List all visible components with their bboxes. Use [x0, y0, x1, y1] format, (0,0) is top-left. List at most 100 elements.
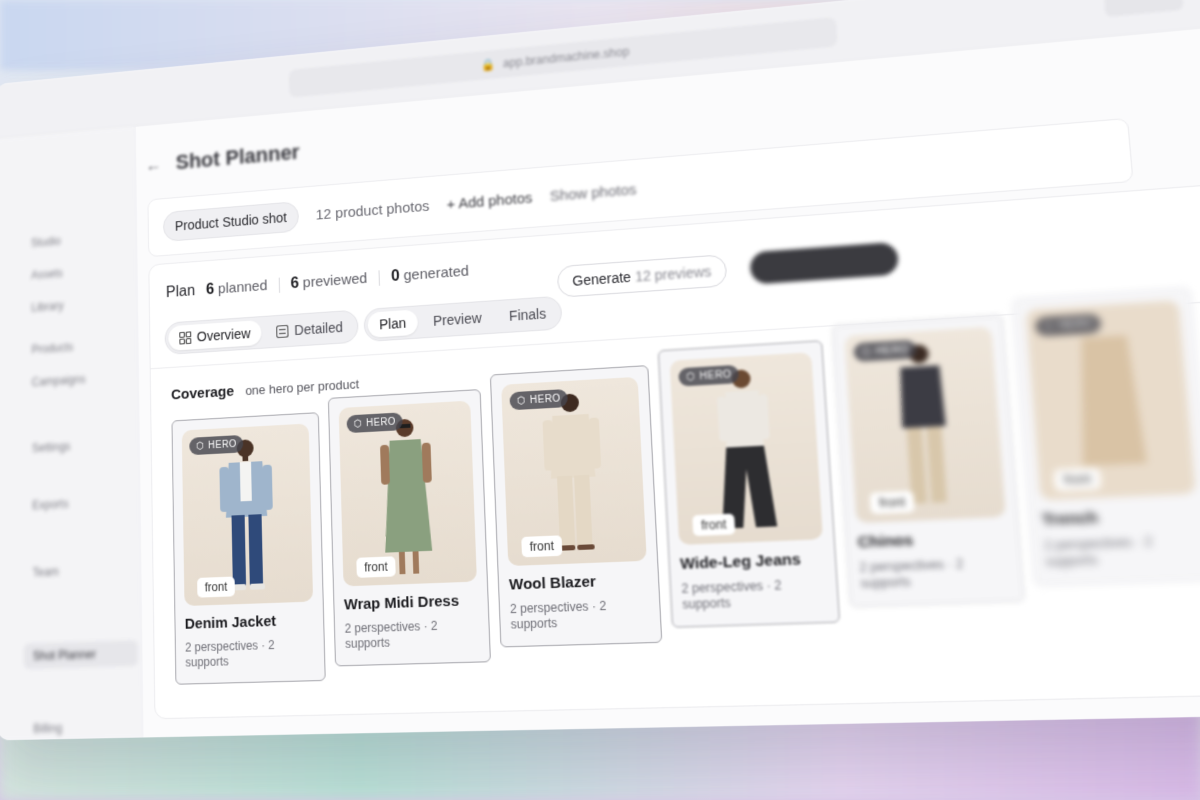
sidebar-item-assets[interactable]: Assets	[31, 266, 63, 281]
title-row: ← Shot Planner	[145, 140, 300, 178]
detailed-label: Detailed	[294, 319, 343, 338]
generated-label: generated	[403, 263, 469, 284]
product-photo: ⬡ HERO front	[501, 377, 647, 566]
plan-panel: Plan 6 planned 6 previewed 0 generated G…	[148, 182, 1200, 720]
product-card[interactable]: ⬡ HERO front Wide-Leg Jeans 2 perspective…	[658, 340, 840, 628]
divider	[278, 278, 279, 293]
coverage-title: Coverage	[171, 383, 234, 403]
hero-badge-text: HERO	[208, 439, 237, 451]
cube-icon: ⬡	[516, 395, 526, 407]
product-meta: 2 perspectives · 2 supports	[859, 555, 1011, 593]
product-name: Chinos	[857, 528, 1008, 552]
perspective-tag: front	[692, 514, 735, 537]
hero-badge: ⬡ HERO	[1035, 314, 1102, 337]
generated-count: 0	[391, 268, 400, 285]
sidebar-item-team[interactable]: Team	[32, 565, 58, 580]
perspective-tag: front	[521, 535, 562, 557]
previewed-label: previewed	[303, 270, 368, 291]
address-text: app.brandmachine.shop	[503, 45, 630, 70]
planned-label: planned	[218, 278, 268, 298]
hero-badge: ⬡ HERO	[189, 435, 243, 455]
product-name: Wool Blazer	[509, 571, 648, 594]
grid-icon	[179, 331, 191, 344]
perspective-stage: 🔒 app.brandmachine.shop Studio Assets Li…	[30, 0, 1200, 800]
sidebar-item-exports[interactable]: Exports	[32, 497, 69, 512]
tab-finals[interactable]: Finals	[497, 300, 559, 330]
sidebar-item-settings[interactable]: Settings	[32, 440, 71, 455]
hero-badge-text: HERO	[530, 393, 561, 406]
product-meta: 2 perspectives · 2 supports	[185, 637, 315, 671]
sidebar-item-library[interactable]: Library	[31, 299, 63, 314]
generate-finals-button[interactable]	[749, 242, 899, 285]
product-photo: ⬡ HERO front	[670, 352, 823, 545]
sidebar-item-products[interactable]: Products	[31, 340, 73, 356]
show-photos-link[interactable]: Show photos	[550, 181, 637, 204]
sidebar-item-campaigns[interactable]: Campaigns	[32, 372, 86, 389]
view-detailed-button[interactable]: Detailed	[265, 314, 354, 345]
main-content: ← Shot Planner Product Studio shot 12 pr…	[136, 21, 1200, 738]
product-meta: 2 perspectives · 2 supports	[345, 617, 480, 652]
product-photo: ⬡ HERO front	[182, 423, 313, 606]
cube-icon: ⬡	[1043, 320, 1054, 332]
hero-badge: ⬡ HERO	[853, 340, 917, 362]
perspective-tag: front	[1054, 468, 1101, 492]
lock-icon: 🔒	[481, 58, 496, 73]
product-meta: 2 perspectives · 2 supports	[681, 576, 827, 613]
cube-icon: ⬡	[861, 346, 872, 358]
hero-badge: ⬡ HERO	[346, 412, 402, 433]
generate-count-label: 12 previews	[635, 263, 712, 284]
product-card[interactable]: ⬡ HERO front Trench 2 perspectives · 2 su…	[1012, 288, 1200, 587]
cube-icon: ⬡	[353, 418, 362, 429]
cube-icon: ⬡	[196, 440, 205, 451]
view-overview-button[interactable]: Overview	[168, 320, 262, 351]
product-meta: 2 perspectives · 2 supports	[510, 597, 650, 633]
sidebar-item-studio[interactable]: Studio	[31, 234, 61, 249]
sidebar-item-shot-planner[interactable]: Shot Planner	[33, 647, 96, 663]
overview-label: Overview	[197, 326, 251, 345]
product-card[interactable]: ⬡ HERO front Wool Blazer 2 perspectives ·…	[490, 365, 662, 647]
tab-preview[interactable]: Preview	[421, 304, 494, 334]
hero-badge: ⬡ HERO	[509, 389, 568, 410]
hero-badge-text: HERO	[1058, 318, 1094, 332]
product-name: Trench	[1041, 505, 1198, 530]
list-icon	[276, 324, 288, 337]
sidebar-item-billing[interactable]: Billing	[33, 721, 62, 735]
divider	[378, 270, 379, 285]
hero-badge-text: HERO	[875, 344, 909, 357]
generate-label: Generate	[572, 269, 631, 289]
stage-tabs: Plan Preview Finals	[363, 296, 562, 342]
browser-window: 🔒 app.brandmachine.shop Studio Assets Li…	[0, 0, 1200, 740]
hero-badge-text: HERO	[366, 416, 396, 428]
hero-badge-text: HERO	[699, 369, 732, 382]
view-toggle: Overview Detailed	[165, 310, 359, 355]
product-name: Wrap Midi Dress	[344, 592, 478, 614]
page-title: Shot Planner	[176, 140, 300, 175]
product-card[interactable]: ⬡ HERO front Chinos 2 perspectives · 2 su…	[832, 314, 1025, 607]
tab-plan[interactable]: Plan	[367, 309, 418, 338]
shot-type-pill[interactable]: Product Studio shot	[163, 201, 299, 242]
generate-previews-button[interactable]: Generate 12 previews	[557, 254, 728, 298]
product-name: Wide-Leg Jeans	[680, 550, 825, 573]
coverage-subtitle: one hero per product	[245, 377, 359, 398]
product-photo: ⬡ HERO front	[339, 401, 477, 587]
sidebar: Studio Assets Library Products Campaigns…	[0, 127, 144, 741]
back-arrow-icon[interactable]: ←	[145, 154, 161, 175]
product-meta: 2 perspectives · 2 supports	[1044, 532, 1200, 571]
plan-stats: Plan 6 planned 6 previewed 0 generated	[166, 263, 469, 302]
product-photo: ⬡ HERO front	[844, 327, 1006, 523]
product-photo: ⬡ HERO front	[1025, 300, 1195, 500]
add-photos-button[interactable]: + Add photos	[446, 189, 532, 212]
planned-count: 6	[206, 281, 214, 298]
perspective-tag: front	[197, 577, 235, 598]
browser-action-button[interactable]	[1104, 0, 1184, 17]
product-card[interactable]: ⬡ HERO front Denim Jacket 2 perspectives …	[171, 412, 325, 685]
product-name: Denim Jacket	[185, 612, 314, 633]
cube-icon: ⬡	[686, 371, 696, 383]
product-card[interactable]: ⬡ HERO front Wrap Midi Dress 2 perspectiv…	[328, 389, 491, 666]
photo-count: 12 product photos	[315, 198, 429, 223]
previewed-count: 6	[290, 275, 299, 292]
plan-label: Plan	[166, 283, 195, 302]
hero-badge: ⬡ HERO	[678, 365, 739, 387]
perspective-tag: front	[356, 556, 395, 578]
perspective-tag: front	[870, 491, 915, 514]
